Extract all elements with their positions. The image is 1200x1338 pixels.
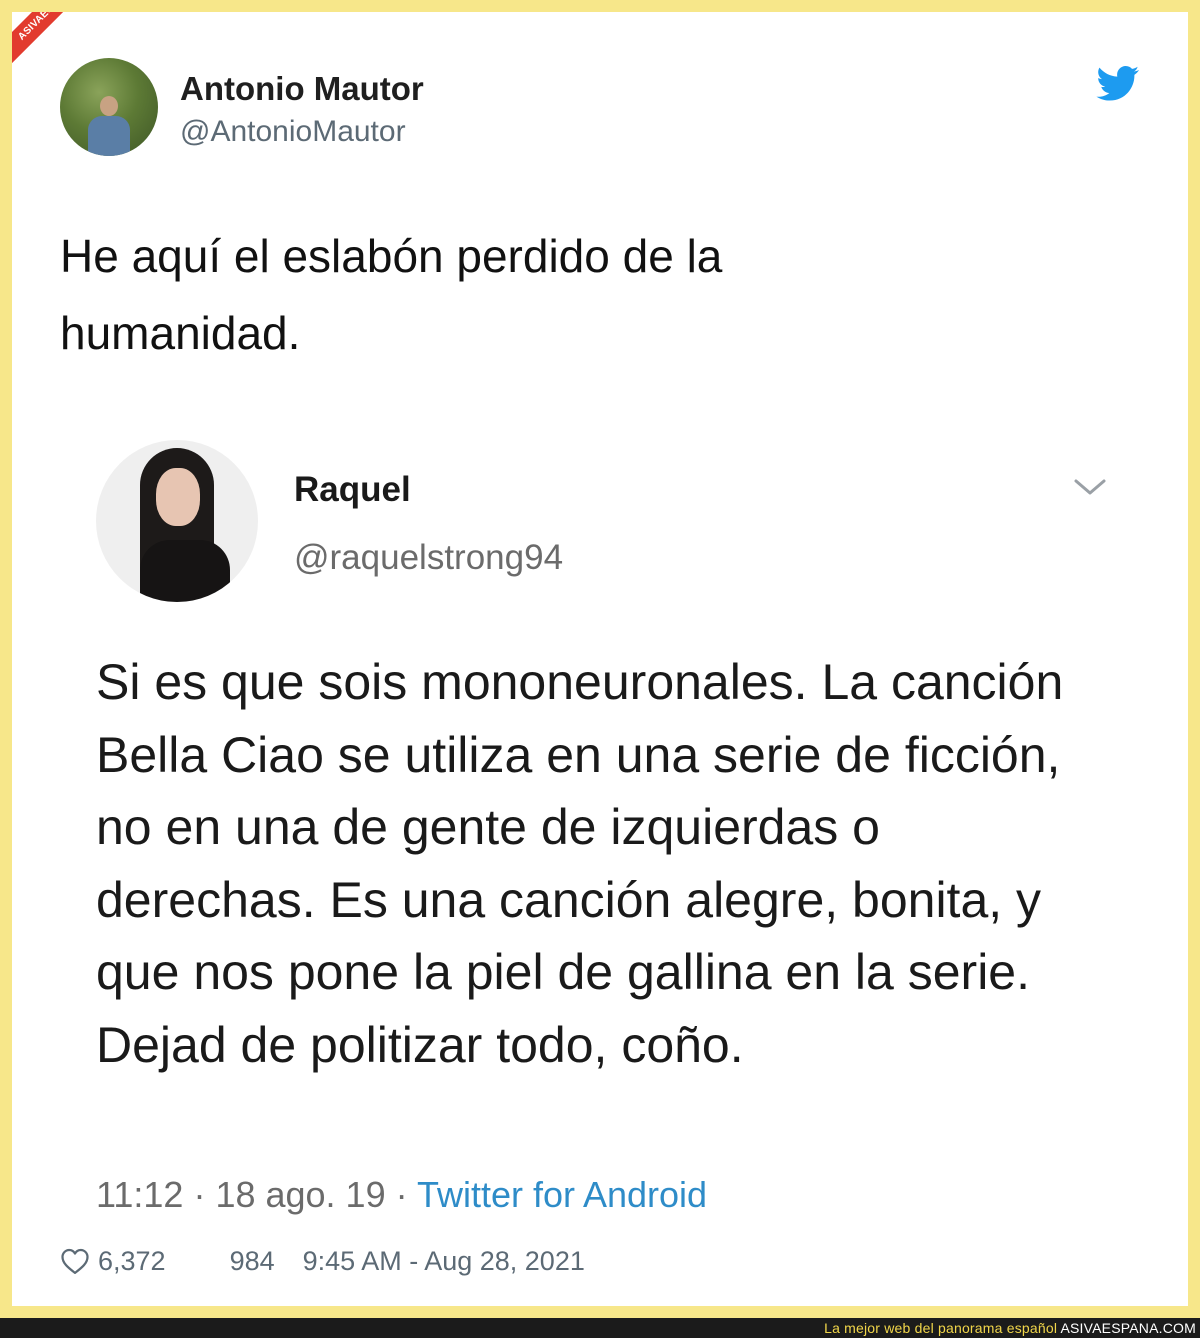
quoted-tweet-source-link[interactable]: Twitter for Android (417, 1174, 707, 1215)
tweet-stats: 6,372 984 9:45 AM - Aug 28, 2021 (60, 1242, 585, 1280)
tweet-timestamp[interactable]: 9:45 AM - Aug 28, 2021 (303, 1246, 585, 1277)
quoted-tweet-date: 18 ago. 19 (215, 1174, 386, 1215)
author-name[interactable]: Antonio Mautor (180, 70, 424, 108)
twitter-bird-icon[interactable] (1096, 66, 1140, 102)
meta-separator: · (395, 1174, 417, 1215)
quoted-author-avatar[interactable] (96, 440, 258, 602)
heart-icon[interactable] (60, 1247, 90, 1275)
footer-text: La mejor web del panorama español ASIVAE… (824, 1320, 1196, 1336)
quoted-author-name[interactable]: Raquel (294, 470, 411, 510)
tweet-text: He aquí el eslabón perdido de la humanid… (60, 230, 723, 359)
like-count[interactable]: 6,372 (98, 1246, 166, 1277)
author-handle[interactable]: @AntonioMautor (180, 115, 406, 149)
author-avatar[interactable] (60, 58, 158, 156)
quoted-tweet-meta: 11:12 · 18 ago. 19 · Twitter for Android (96, 1174, 707, 1216)
footer-site-link[interactable]: ASIVAESPANA.COM (1060, 1320, 1196, 1336)
quoted-author-handle[interactable]: @raquelstrong94 (294, 538, 563, 578)
meta-separator: · (193, 1174, 216, 1215)
footer-tagline: La mejor web del panorama español (824, 1320, 1058, 1336)
quoted-tweet-time: 11:12 (96, 1174, 184, 1215)
quoted-tweet-text: Si es que sois mononeuronales. La canció… (96, 654, 1064, 1073)
retweet-count[interactable]: 984 (230, 1246, 275, 1277)
site-footer: La mejor web del panorama español ASIVAE… (0, 1318, 1200, 1338)
chevron-down-icon[interactable] (1070, 472, 1110, 502)
tweet-card: ASIVAESPANA.COM Antonio Mautor @AntonioM… (12, 12, 1188, 1306)
